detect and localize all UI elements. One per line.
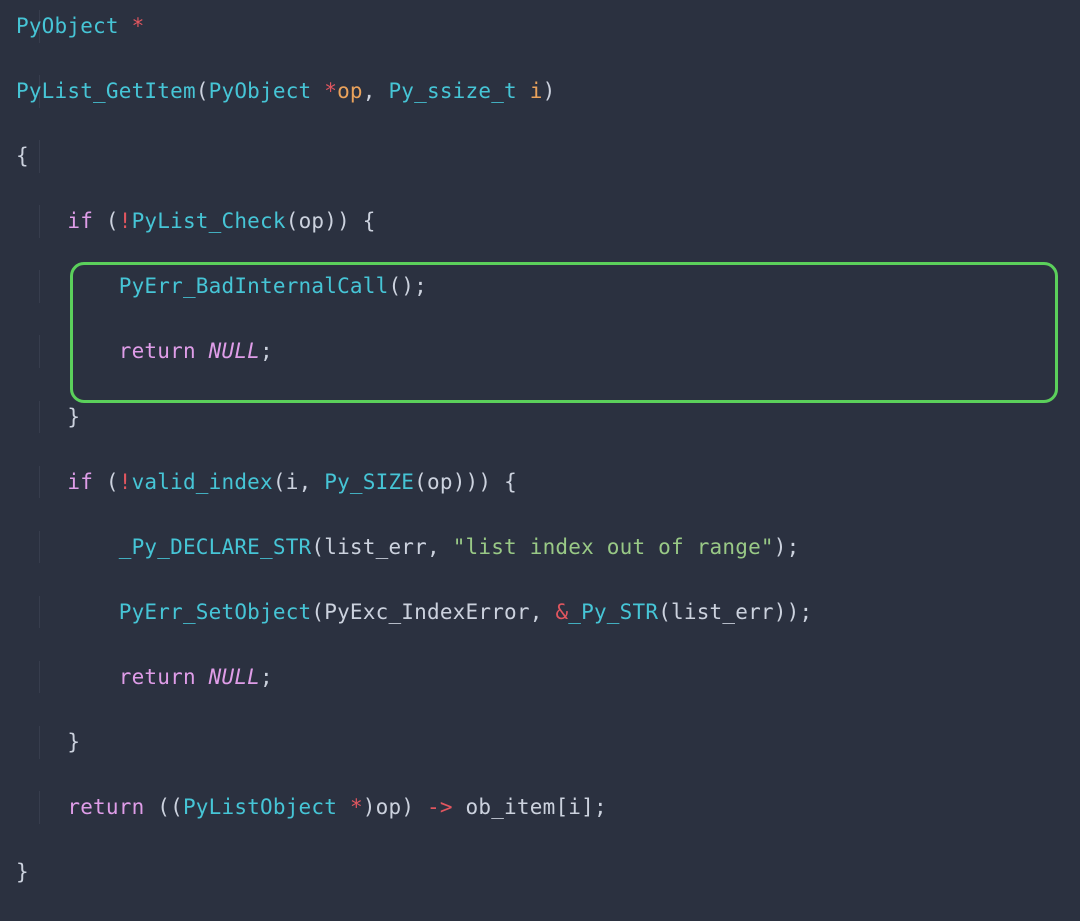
code-line: } [16, 856, 1064, 889]
code-line: return NULL; [16, 335, 1064, 368]
code-line: _Py_DECLARE_STR(list_err, "list index ou… [16, 531, 1064, 564]
code-line: return ((PyListObject *)op) -> ob_item[i… [16, 791, 1064, 824]
code-line: if (!PyList_Check(op)) { [16, 205, 1064, 238]
code-line: } [16, 726, 1064, 759]
code-line: PyList_GetItem(PyObject *op, Py_ssize_t … [16, 75, 1064, 108]
return-type: PyObject [16, 14, 119, 38]
code-line: PyErr_BadInternalCall(); [16, 270, 1064, 303]
code-line: if (!valid_index(i, Py_SIZE(op))) { [16, 466, 1064, 499]
code-line: } [16, 401, 1064, 434]
code-line: PyObject * [16, 10, 1064, 43]
code-line: { [16, 140, 1064, 173]
pointer-star: * [132, 14, 145, 38]
function-name: PyList_GetItem [16, 79, 196, 103]
string-literal: "list index out of range" [453, 535, 774, 559]
code-line: PyErr_SetObject(PyExc_IndexError, &_Py_S… [16, 596, 1064, 629]
code-line: return NULL; [16, 661, 1064, 694]
code-block: PyObject * PyList_GetItem(PyObject *op, … [16, 10, 1064, 921]
